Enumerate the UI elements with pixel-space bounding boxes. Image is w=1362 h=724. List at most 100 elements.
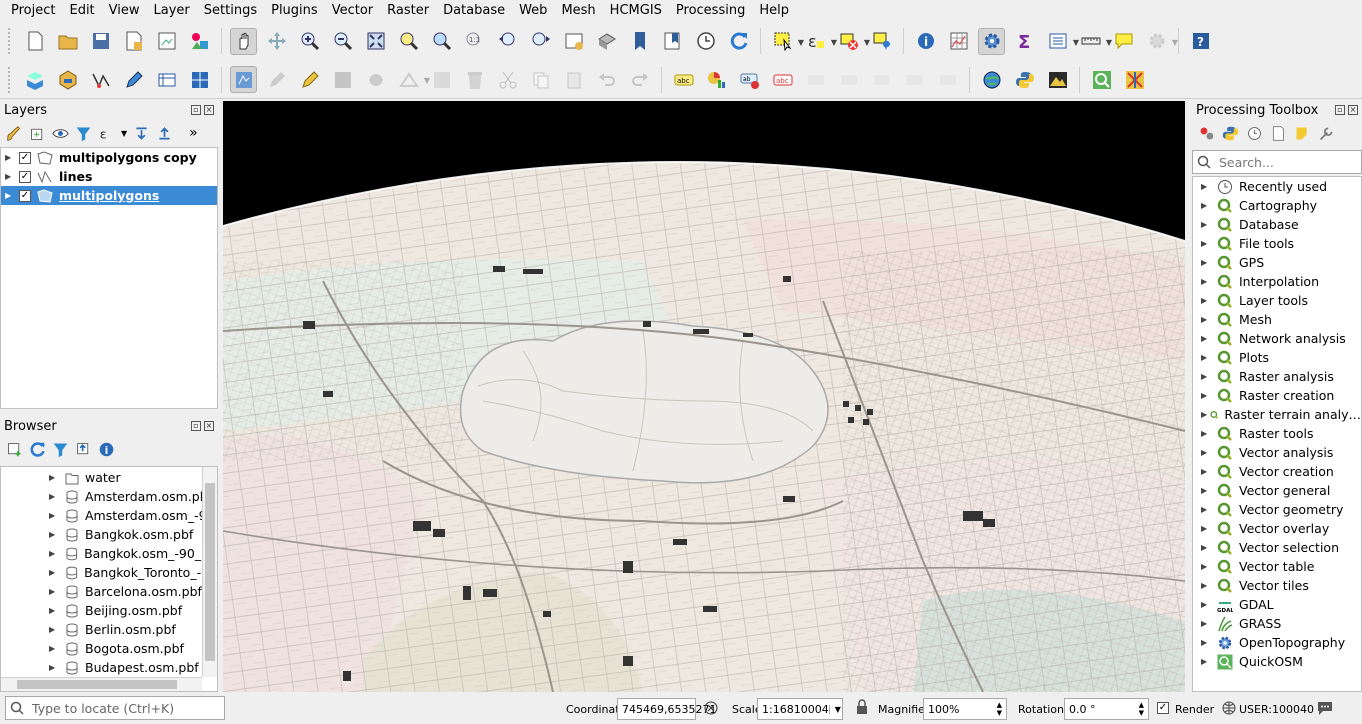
rotation-spinbox[interactable]: 0.0 ° ▲ ▼ <box>1064 698 1149 720</box>
toolbox-search-field[interactable]: Search... <box>1192 150 1362 174</box>
close-icon[interactable]: × <box>204 105 214 115</box>
cut-button[interactable] <box>494 66 521 93</box>
expand-arrow-icon[interactable]: ▶ <box>49 549 65 558</box>
redo-button[interactable] <box>626 66 653 93</box>
render-checkbox[interactable]: ✓ <box>1157 702 1169 714</box>
menu-settings[interactable]: Settings <box>197 0 264 21</box>
show-bookmarks-button[interactable] <box>659 28 686 55</box>
processing-toolbox-button[interactable] <box>978 27 1005 55</box>
paste-button[interactable] <box>560 66 587 93</box>
menu-mesh[interactable]: Mesh <box>554 0 602 21</box>
browser-item[interactable]: ▶ Bogota.osm.pbf <box>1 639 217 658</box>
expression-filter-icon[interactable]: ε <box>98 125 115 142</box>
undock-icon[interactable]: ▫ <box>1335 105 1345 115</box>
toolbox-group-item[interactable]: ▶ Mesh <box>1193 310 1361 329</box>
collapse-all-icon[interactable] <box>156 125 173 142</box>
expand-arrow-icon[interactable]: ▶ <box>1201 467 1217 476</box>
toolbox-group-item[interactable]: ▶ Vector general <box>1193 481 1361 500</box>
zoom-full-button[interactable] <box>362 28 389 55</box>
chevron-down-icon[interactable]: ▼ <box>828 704 841 714</box>
save-edits-button[interactable] <box>329 66 356 93</box>
delete-selected-button[interactable] <box>461 66 488 93</box>
expand-all-icon[interactable] <box>133 125 150 142</box>
layer-item[interactable]: ▶ ✓ lines <box>1 167 217 186</box>
expand-arrow-icon[interactable]: ▶ <box>1201 600 1217 609</box>
menu-layer[interactable]: Layer <box>147 0 197 21</box>
toolbox-group-item[interactable]: ▶ GRASS <box>1193 614 1361 633</box>
settings-disabled-button[interactable]: ▼ <box>1143 28 1178 55</box>
info-icon[interactable]: i <box>98 441 115 458</box>
expand-arrow-icon[interactable]: ▶ <box>1201 334 1217 343</box>
menu-hcmgis[interactable]: HCMGIS <box>603 0 669 21</box>
browser-item[interactable]: ▶ water <box>1 468 217 487</box>
magnifier-spinbox[interactable]: 100% ▲ ▼ <box>923 698 1007 720</box>
expand-arrow-icon[interactable]: ▶ <box>1201 220 1217 229</box>
quickosm-button[interactable] <box>1088 66 1115 93</box>
more-tools-icon[interactable]: » <box>189 125 198 141</box>
pan-button[interactable] <box>230 27 257 55</box>
toolbox-group-item[interactable]: ▶ Raster creation <box>1193 386 1361 405</box>
layer-visibility-checkbox[interactable]: ✓ <box>19 189 31 202</box>
history-icon[interactable] <box>1246 125 1263 142</box>
menu-plugins[interactable]: Plugins <box>264 0 325 21</box>
close-icon[interactable]: × <box>1348 105 1358 115</box>
expand-arrow-icon[interactable]: ▶ <box>1201 581 1217 590</box>
select-features-button[interactable]: ▼ <box>769 28 804 55</box>
toolbox-group-item[interactable]: ▶ Raster tools <box>1193 424 1361 443</box>
browser-item[interactable]: ▶ Beijing.osm.pbf <box>1 601 217 620</box>
chevron-down-icon[interactable]: ▼ <box>121 129 127 138</box>
expand-arrow-icon[interactable]: ▶ <box>1201 315 1217 324</box>
crs-globe-icon[interactable] <box>1222 701 1236 715</box>
browser-horizontal-scrollbar[interactable] <box>1 677 202 691</box>
toolbox-group-item[interactable]: ▶ Cartography <box>1193 196 1361 215</box>
deselect-button[interactable]: ▼ <box>835 28 870 55</box>
expand-arrow-icon[interactable]: ▶ <box>49 625 65 634</box>
zoom-in-button[interactable] <box>296 28 323 55</box>
modify-attributes-button[interactable] <box>428 66 455 93</box>
browser-item[interactable]: ▶ Budapest.osm.pbf <box>1 658 217 677</box>
menu-raster[interactable]: Raster <box>380 0 436 21</box>
map-globe-render[interactable] <box>223 101 1185 692</box>
toolbox-group-item[interactable]: ▶ Vector geometry <box>1193 500 1361 519</box>
toolbox-group-item[interactable]: ▶ Plots <box>1193 348 1361 367</box>
pin-labels-button[interactable]: ab <box>736 66 763 93</box>
toolbox-group-item[interactable]: ▶ File tools <box>1193 234 1361 253</box>
filter-icon[interactable] <box>75 125 92 142</box>
add-feature-button[interactable] <box>362 66 389 93</box>
zoom-native-button[interactable]: 1:1 <box>461 28 488 55</box>
browser-item[interactable]: ▶ Bangkok.osm_-90_90 <box>1 544 217 563</box>
menu-web[interactable]: Web <box>512 0 554 21</box>
print-layout-button[interactable] <box>153 28 180 55</box>
filter-icon[interactable] <box>52 441 69 458</box>
edit-features-in-place-icon[interactable] <box>1294 125 1311 142</box>
menu-help[interactable]: Help <box>752 0 796 21</box>
toolbox-group-item[interactable]: ▶ QuickOSM <box>1193 652 1361 671</box>
toolbox-group-item[interactable]: ▶ GPS <box>1193 253 1361 272</box>
spinbox-arrows-icon[interactable]: ▲ ▼ <box>997 701 1002 717</box>
undock-icon[interactable]: ▫ <box>191 105 201 115</box>
save-project-button[interactable] <box>87 28 114 55</box>
label-toolbar-button[interactable]: abc <box>670 66 697 93</box>
refresh-icon[interactable] <box>29 441 46 458</box>
messages-icon[interactable] <box>1316 700 1334 716</box>
expand-arrow-icon[interactable]: ▶ <box>49 587 65 596</box>
expand-arrow-icon[interactable]: ▶ <box>1201 296 1217 305</box>
expand-arrow-icon[interactable]: ▶ <box>1201 543 1217 552</box>
expand-arrow-icon[interactable]: ▶ <box>1201 372 1217 381</box>
toolbox-group-item[interactable]: ▶ Vector tiles <box>1193 576 1361 595</box>
digitize-button[interactable] <box>87 66 114 93</box>
new-project-button[interactable] <box>21 28 48 55</box>
layer-visibility-checkbox[interactable]: ✓ <box>19 151 31 164</box>
expand-arrow-icon[interactable]: ▶ <box>1201 410 1210 419</box>
locator-search-field[interactable]: Type to locate (Ctrl+K) <box>5 696 225 720</box>
toolbox-group-item[interactable]: ▶ Vector selection <box>1193 538 1361 557</box>
spinbox-arrows-icon[interactable]: ▲ ▼ <box>1139 701 1144 717</box>
browser-item[interactable]: ▶ Barcelona.osm.pbf <box>1 582 217 601</box>
toolbox-group-item[interactable]: ▶ Raster analysis <box>1193 367 1361 386</box>
globe-plugin-button[interactable] <box>978 66 1005 93</box>
browser-item[interactable]: ▶ Berlin.osm.pbf <box>1 620 217 639</box>
zoom-out-button[interactable] <box>329 28 356 55</box>
expand-arrow-icon[interactable]: ▶ <box>1201 353 1217 362</box>
rotate-label-button[interactable] <box>868 66 895 93</box>
qgis2threejs-button[interactable] <box>1044 66 1071 93</box>
